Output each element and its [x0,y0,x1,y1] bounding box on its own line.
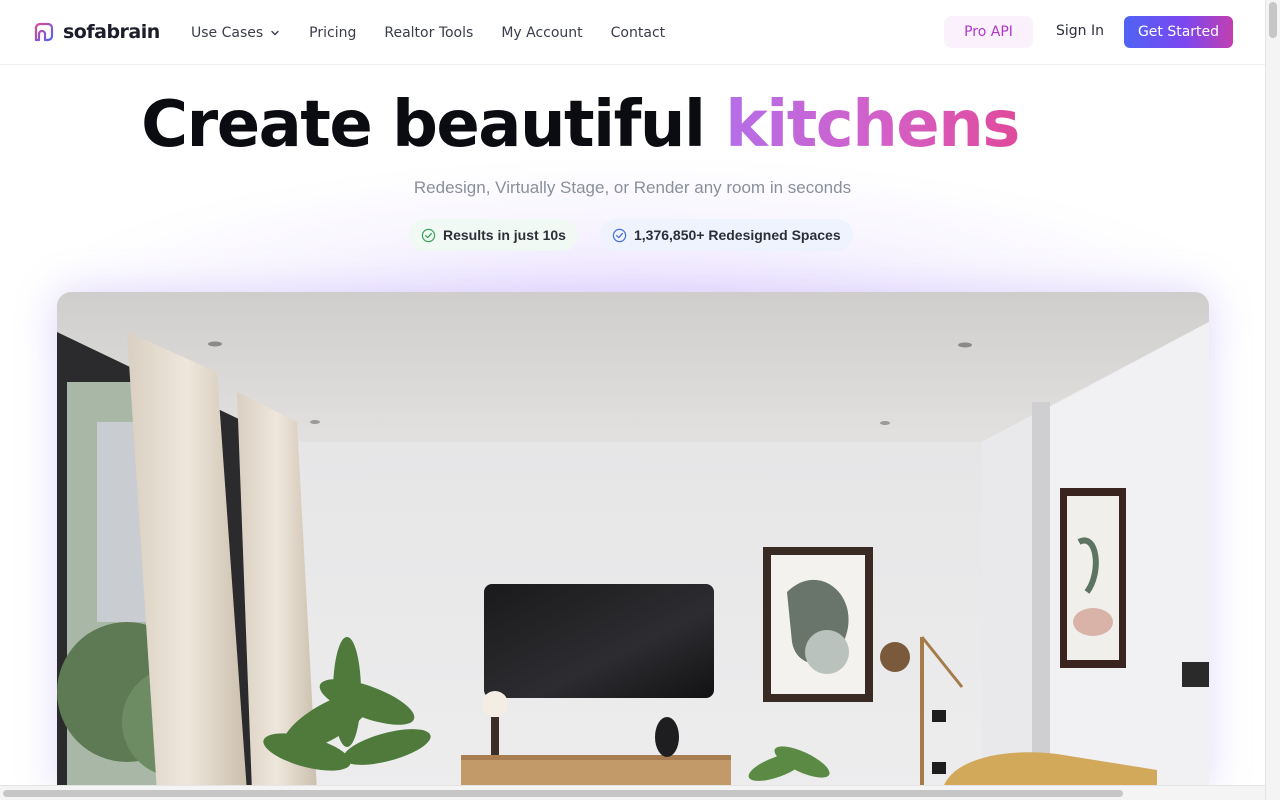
sign-in-link[interactable]: Sign In [1056,23,1104,39]
nav-links: Use Cases Pricing Realtor Tools My Accou… [191,0,693,65]
get-started-button[interactable]: Get Started [1124,16,1233,48]
nav-link-label: Pricing [309,24,357,41]
hero-headline: Create beautiful kitchens [0,88,1160,162]
pro-api-button[interactable]: Pro API [944,16,1033,48]
vertical-scroll-thumb[interactable] [1269,2,1277,38]
room-illustration [57,292,1209,792]
nav-link-my-account[interactable]: My Account [501,25,582,41]
chevron-down-icon [271,30,279,35]
nav-link-pricing[interactable]: Pricing [309,25,356,41]
nav-link-label: Use Cases [191,24,264,41]
brand-name: sofabrain [63,21,160,43]
brand-logo[interactable]: sofabrain [32,20,160,44]
results-time-badge: Results in just 10s [409,219,578,251]
badge-label: Results in just 10s [443,227,566,243]
nav-link-label: My Account [501,24,583,41]
top-navbar: sofabrain Use Cases Pricing Realtor Tool… [0,0,1265,65]
redesigned-count-badge: 1,376,850+ Redesigned Spaces [600,219,853,251]
horizontal-scrollbar[interactable] [0,785,1265,800]
nav-link-realtor-tools[interactable]: Realtor Tools [384,25,473,41]
vertical-scrollbar[interactable] [1265,0,1280,800]
headline-main-text: Create beautiful [141,88,706,162]
badge-label: 1,376,850+ Redesigned Spaces [634,227,841,243]
hero-room-image [57,292,1209,792]
nav-link-contact[interactable]: Contact [611,25,665,41]
headline-accent-text: kitchens [725,88,1020,162]
check-circle-icon [421,228,436,242]
check-circle-icon [612,228,627,242]
nav-link-label: Contact [610,24,666,41]
sofabrain-logo-icon [34,22,54,42]
horizontal-scroll-thumb[interactable] [3,790,1123,797]
nav-link-use-cases[interactable]: Use Cases [191,25,281,41]
hero-subheadline: Redesign, Virtually Stage, or Render any… [413,178,852,197]
nav-link-label: Realtor Tools [384,24,474,41]
